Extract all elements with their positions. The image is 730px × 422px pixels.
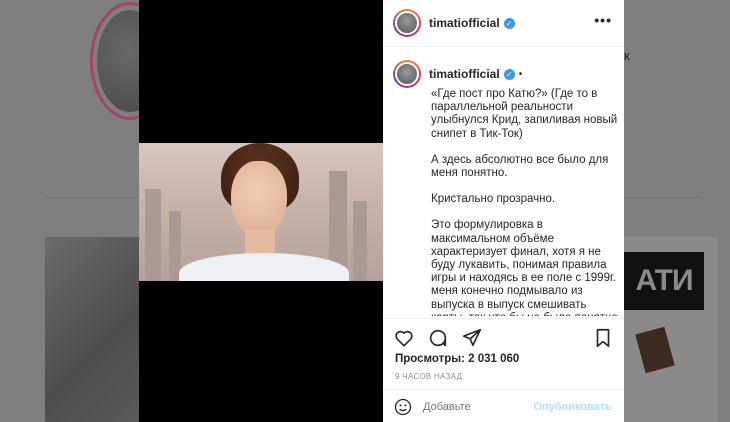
post-header: timatiofficial ✓ ••• (383, 0, 624, 47)
city-building (353, 201, 367, 281)
photo-dress (179, 253, 349, 281)
city-building (145, 189, 161, 281)
photo-face (231, 161, 287, 237)
publish-button[interactable]: Опубликовать (533, 401, 612, 413)
author-username[interactable]: timatiofficial (429, 16, 500, 30)
caption-paragraph: Кристально прозрачно. (431, 193, 556, 206)
caption-paragraph: «Где пост про Катю?» (Где то в параллель… (431, 88, 618, 140)
caption-username[interactable]: timatiofficial (429, 67, 500, 81)
post-media[interactable] (139, 0, 383, 422)
thumbnail-logo: АТИ (624, 252, 704, 310)
caption-text: «Где пост про Катю?» (Где то в параллель… (431, 88, 618, 316)
follow-dot: • (518, 68, 523, 80)
background-text-fragment: к (624, 48, 630, 63)
bookmark-icon[interactable] (592, 327, 614, 349)
share-icon[interactable] (461, 327, 483, 349)
comment-icon[interactable] (427, 327, 449, 349)
grid-thumbnail-left[interactable] (45, 237, 140, 422)
caption-avatar[interactable] (393, 60, 421, 88)
caption-block: timatiofficial ✓ • «Где пост про Катю?» … (393, 60, 618, 316)
view-count: Просмотры: 2 031 060 (395, 353, 520, 365)
post-time[interactable]: 9 ЧАСОВ НАЗАД (395, 372, 462, 381)
heart-icon[interactable] (393, 327, 415, 349)
verified-icon: ✓ (503, 17, 515, 29)
caption-paragraph: Это формулировка в максимальном объёме х… (431, 219, 618, 316)
post-panel: timatiofficial ✓ ••• timatiofficial ✓ • … (383, 0, 624, 422)
post-photo (139, 143, 383, 281)
comment-input[interactable] (423, 400, 533, 413)
author-avatar[interactable] (393, 9, 421, 37)
caption-paragraph: А здесь абсолютно все было для меня поня… (431, 153, 609, 180)
action-bar: Просмотры: 2 031 060 9 ЧАСОВ НАЗАД Опубл… (383, 318, 624, 422)
verified-icon: ✓ (503, 68, 515, 80)
add-comment-bar: Опубликовать (383, 389, 624, 422)
more-icon[interactable]: ••• (594, 12, 612, 28)
smile-icon[interactable] (393, 397, 413, 417)
